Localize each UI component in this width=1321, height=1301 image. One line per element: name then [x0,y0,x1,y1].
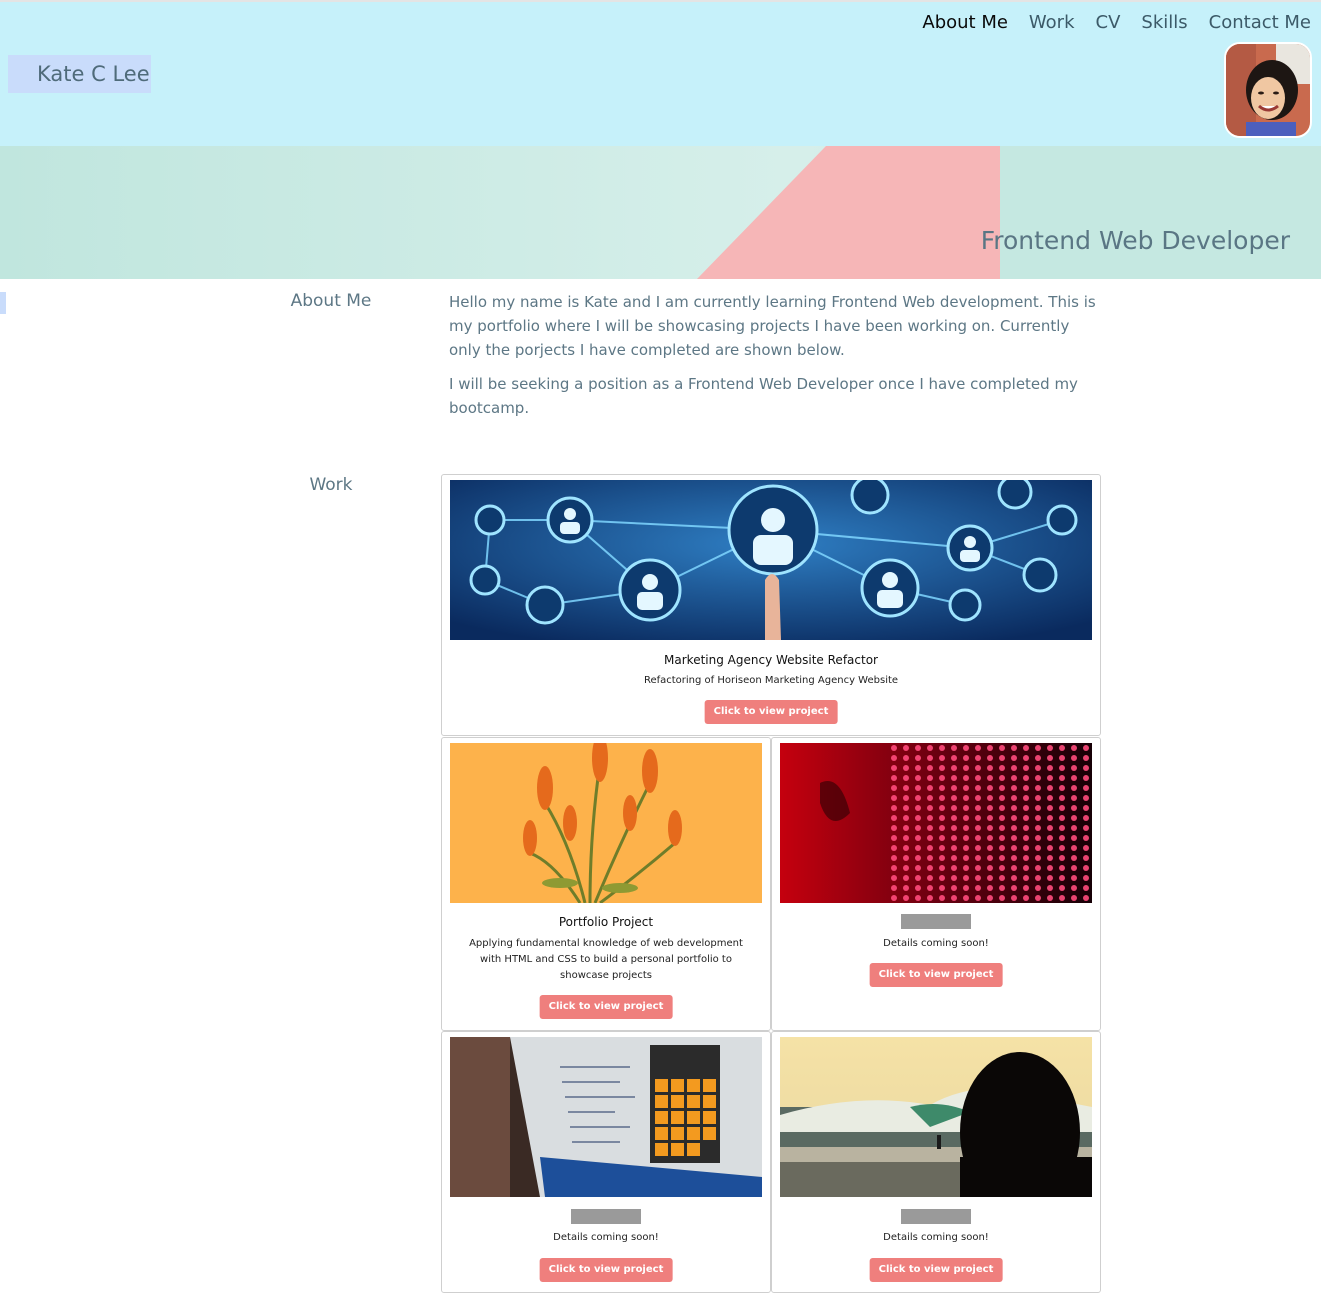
nav-about-me[interactable]: About Me [922,11,1008,35]
about-paragraph: I will be seeking a position as a Fronte… [449,375,1078,417]
hero-banner: Frontend Web Developer [0,146,1321,279]
project-thumbnail-led-wall [780,743,1092,903]
work-section-label: Work [309,475,353,495]
project-title-placeholder [571,1209,641,1224]
project-title: Marketing Agency Website Refactor [664,653,878,667]
project-title-placeholder [901,914,971,929]
nav-skills[interactable]: Skills [1141,11,1187,35]
nav-work[interactable]: Work [1029,11,1075,35]
project-description: Details coming soon! [883,938,989,949]
hero-title: Frontend Web Developer [980,226,1290,255]
project-card: Details coming soon! Click to view proje… [441,1031,771,1293]
project-card: Details coming soon! Click to view proje… [771,1031,1101,1293]
project-thumbnail-network [450,480,1092,640]
about-section-label: About Me [290,291,372,311]
site-header: Kate C Lee About Me Work CV Skills Conta… [0,0,1321,146]
nav-cv[interactable]: CV [1096,11,1121,35]
profile-photo [1224,42,1312,138]
view-project-button[interactable]: Click to view project [539,1258,673,1282]
project-description: Refactoring of Horiseon Marketing Agency… [643,675,899,686]
project-thumbnail-plant [450,743,762,903]
view-project-button[interactable]: Click to view project [704,700,838,724]
about-paragraph: Hello my name is Kate and I am currently… [449,293,1096,359]
decorative-marker [0,292,6,314]
nav-contact-me[interactable]: Contact Me [1209,11,1311,35]
project-card: Marketing Agency Website Refactor Refact… [441,474,1101,736]
project-title: Portfolio Project [558,915,654,929]
about-text: Hello my name is Kate and I am currently… [449,290,1099,430]
project-thumbnail-surf [780,1037,1092,1197]
project-thumbnail-calculator [450,1037,762,1197]
project-title-placeholder [901,1209,971,1224]
main-nav: About Me Work CV Skills Contact Me [901,11,1311,35]
view-project-button[interactable]: Click to view project [869,963,1003,987]
brand-name[interactable]: Kate C Lee [8,55,151,93]
project-description: Applying fundamental knowledge of web de… [469,938,743,981]
hero-background [0,146,1321,279]
project-description: Details coming soon! [883,1232,989,1243]
project-card: Details coming soon! Click to view proje… [771,737,1101,1031]
view-project-button[interactable]: Click to view project [869,1258,1003,1282]
project-card: Portfolio Project Applying fundamental k… [441,737,771,1031]
view-project-button[interactable]: Click to view project [539,995,673,1019]
project-description: Details coming soon! [553,1232,659,1243]
